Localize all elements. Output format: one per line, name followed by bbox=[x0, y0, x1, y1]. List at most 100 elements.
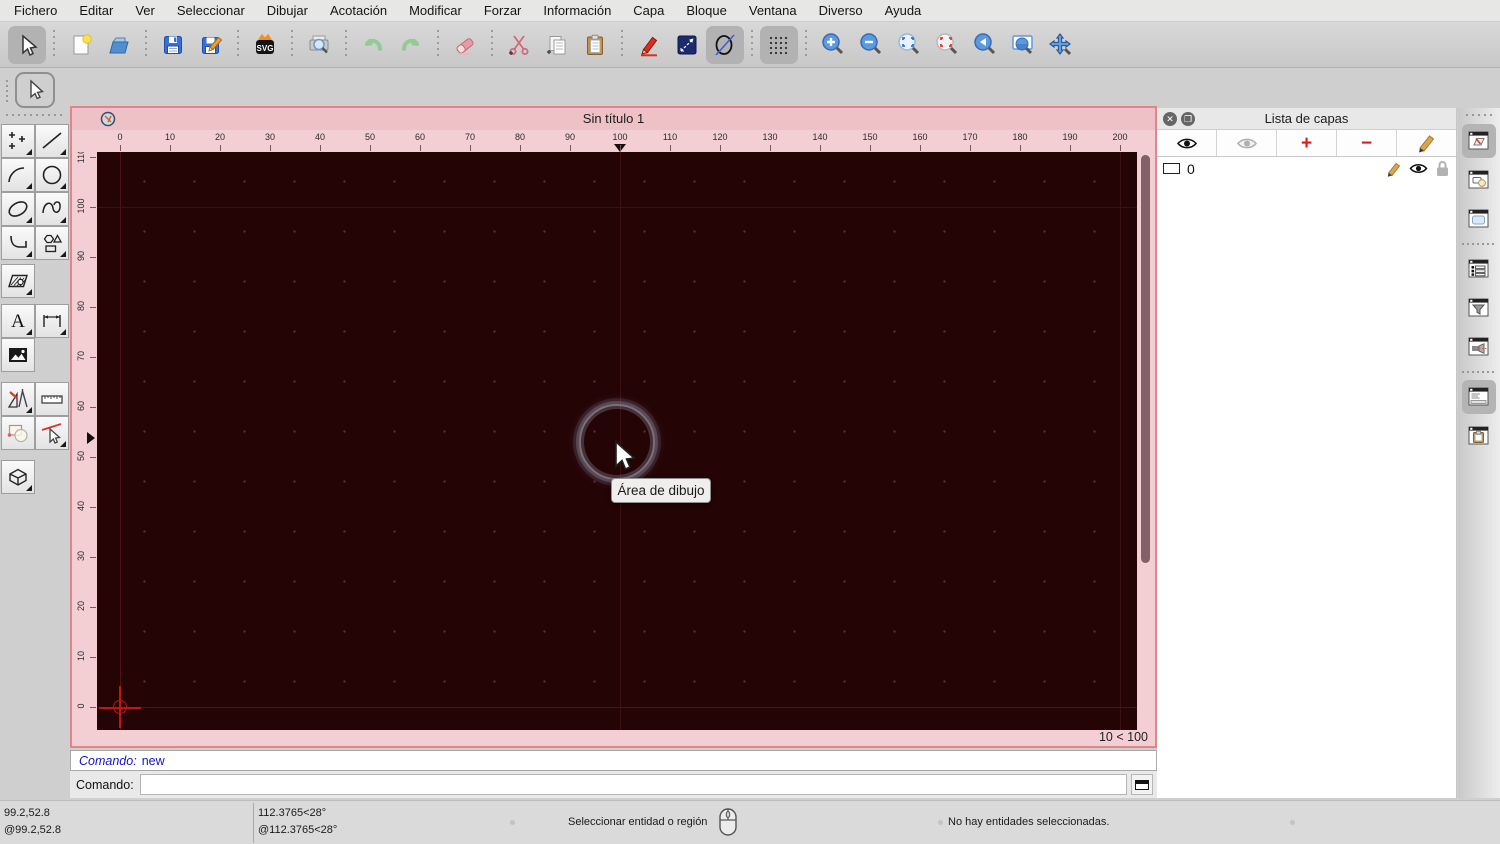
save-as-button[interactable] bbox=[192, 26, 230, 64]
v-ruler-label: 20 bbox=[76, 601, 86, 612]
entity-list-dock-button[interactable] bbox=[1462, 252, 1496, 286]
circle-tool[interactable] bbox=[35, 158, 69, 192]
cut-button[interactable] bbox=[500, 26, 538, 64]
zoom-auto-button[interactable] bbox=[890, 26, 928, 64]
cad-tools[interactable] bbox=[1, 382, 35, 416]
menu-item-8[interactable]: Información bbox=[532, 3, 622, 18]
h-ruler-label: 30 bbox=[264, 132, 276, 142]
selection-region-tool[interactable] bbox=[1, 416, 35, 450]
line-icon bbox=[42, 132, 62, 149]
open-button[interactable] bbox=[100, 26, 138, 64]
edit-pencil-icon[interactable] bbox=[1386, 161, 1402, 177]
menu-item-3[interactable]: Seleccionar bbox=[166, 3, 256, 18]
toolbar-handle[interactable] bbox=[6, 80, 8, 102]
hide-all-layers-button[interactable] bbox=[1217, 130, 1277, 156]
ellipse-tool[interactable] bbox=[1, 192, 35, 226]
zoom-in-button[interactable] bbox=[814, 26, 852, 64]
zoom-window-button[interactable] bbox=[1004, 26, 1042, 64]
shapes-tool[interactable] bbox=[35, 226, 69, 260]
modify-tool[interactable] bbox=[35, 416, 69, 450]
menu-item-2[interactable]: Ver bbox=[124, 3, 166, 18]
command-input[interactable] bbox=[139, 774, 1127, 795]
librecad-app: Fichero Editar Ver Seleccionar Dibujar Acotac… bbox=[0, 0, 1500, 844]
views-dock-button[interactable] bbox=[1462, 330, 1496, 364]
image-tool[interactable] bbox=[1, 338, 35, 372]
hatch-tool[interactable] bbox=[1, 264, 35, 298]
command-line: Comando: bbox=[70, 771, 1157, 798]
zoom-out-button[interactable] bbox=[852, 26, 890, 64]
select-tool-button[interactable] bbox=[8, 25, 46, 64]
float-panel-button[interactable]: ❐ bbox=[1181, 112, 1195, 126]
layer-color-swatch[interactable] bbox=[1163, 163, 1180, 174]
box-3d-tool[interactable] bbox=[1, 460, 35, 494]
export-svg-button[interactable]: SVG bbox=[246, 26, 284, 64]
zoom-previous-button[interactable] bbox=[966, 26, 1004, 64]
h-ruler-tick bbox=[320, 145, 321, 151]
paste-button[interactable] bbox=[576, 26, 614, 64]
menu-item-11[interactable]: Ventana bbox=[738, 3, 808, 18]
line-tool[interactable] bbox=[35, 124, 69, 158]
v-ruler-tick bbox=[90, 157, 96, 158]
block-list-dock-button[interactable] bbox=[1462, 163, 1496, 197]
menu-item-0[interactable]: Fichero bbox=[14, 3, 68, 18]
layer-row[interactable]: 0 bbox=[1157, 157, 1456, 180]
select-arrow-tool[interactable] bbox=[15, 72, 55, 108]
new-document-button[interactable] bbox=[62, 26, 100, 64]
dock-separator bbox=[1462, 371, 1496, 373]
text-tool[interactable]: A bbox=[1, 304, 35, 338]
layer-list-dock-button[interactable] bbox=[1462, 124, 1496, 158]
dock-handle[interactable] bbox=[1466, 114, 1492, 116]
toolbar-handle[interactable] bbox=[6, 114, 64, 116]
filter-dock-button[interactable] bbox=[1462, 291, 1496, 325]
menu-item-6[interactable]: Modificar bbox=[398, 3, 473, 18]
arc-tool[interactable] bbox=[1, 158, 35, 192]
drawing-canvas[interactable]: Área de dibujo bbox=[97, 152, 1137, 730]
spline-tool[interactable] bbox=[35, 192, 69, 226]
isometric-circle-button[interactable] bbox=[706, 25, 744, 64]
points-tool[interactable] bbox=[1, 124, 35, 158]
add-layer-button[interactable]: + bbox=[1277, 130, 1337, 156]
attributes-button[interactable] bbox=[668, 26, 706, 64]
menu-item-5[interactable]: Acotación bbox=[319, 3, 398, 18]
clipboard-icon bbox=[587, 34, 603, 55]
show-all-layers-button[interactable] bbox=[1157, 130, 1217, 156]
lock-icon[interactable] bbox=[1435, 160, 1450, 177]
toolbar-separator bbox=[805, 29, 807, 60]
pen-button[interactable] bbox=[630, 26, 668, 64]
close-panel-button[interactable]: ✕ bbox=[1163, 112, 1177, 126]
menu-item-12[interactable]: Diverso bbox=[808, 3, 874, 18]
h-ruler-tick bbox=[720, 145, 721, 151]
clipboard-dock-button[interactable] bbox=[1462, 419, 1496, 453]
edit-layer-button[interactable] bbox=[1397, 130, 1456, 156]
menu-item-13[interactable]: Ayuda bbox=[874, 3, 933, 18]
absolute-polar: 112.3765<28° bbox=[258, 807, 327, 819]
layer-visible-eye-icon[interactable] bbox=[1409, 162, 1428, 175]
save-button[interactable] bbox=[154, 26, 192, 64]
delete-button[interactable] bbox=[446, 26, 484, 64]
drawing-window-titlebar[interactable]: Sin título 1 bbox=[72, 108, 1155, 130]
command-detach-button[interactable] bbox=[1131, 774, 1153, 795]
vertical-scrollbar[interactable] bbox=[1141, 155, 1150, 563]
v-ruler-tick bbox=[90, 357, 96, 358]
polyline-tool[interactable] bbox=[1, 226, 35, 260]
zoom-out-icon bbox=[860, 32, 882, 54]
grid-toggle-button[interactable] bbox=[760, 25, 798, 64]
menu-item-10[interactable]: Bloque bbox=[675, 3, 737, 18]
menu-item-1[interactable]: Editar bbox=[68, 3, 124, 18]
print-preview-button[interactable] bbox=[300, 26, 338, 64]
undo-button[interactable] bbox=[354, 26, 392, 64]
menu-item-4[interactable]: Dibujar bbox=[256, 3, 319, 18]
zoom-redraw-button[interactable] bbox=[928, 26, 966, 64]
redo-button[interactable] bbox=[392, 26, 430, 64]
copy-button[interactable] bbox=[538, 26, 576, 64]
h-ruler-label: 60 bbox=[414, 132, 426, 142]
command-widget-dock-button[interactable] bbox=[1462, 380, 1496, 414]
zoom-pan-button[interactable] bbox=[1042, 26, 1080, 64]
detach-window-icon bbox=[1135, 779, 1149, 790]
remove-layer-button[interactable]: − bbox=[1337, 130, 1397, 156]
library-browser-dock-button[interactable] bbox=[1462, 202, 1496, 236]
menu-item-7[interactable]: Forzar bbox=[473, 3, 533, 18]
dimension-tool[interactable] bbox=[35, 304, 69, 338]
measure-tool[interactable] bbox=[35, 382, 69, 416]
menu-item-9[interactable]: Capa bbox=[622, 3, 675, 18]
